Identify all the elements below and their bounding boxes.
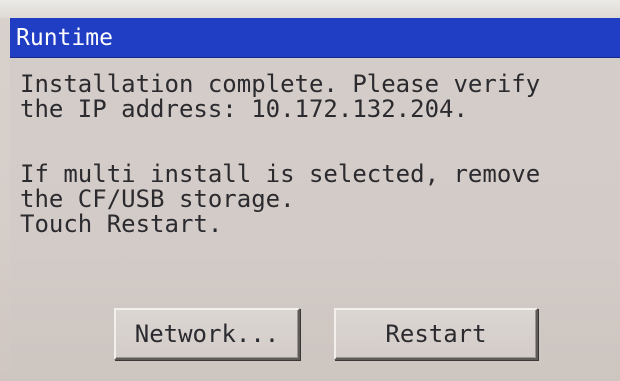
title-bar: Runtime	[10, 18, 620, 58]
message-line: If multi install is selected, remove	[20, 160, 541, 188]
window-title: Runtime	[16, 25, 113, 51]
message-line: the CF/USB storage.	[20, 185, 295, 213]
network-button[interactable]: Network...	[114, 308, 300, 360]
message-line: the IP address: 10.172.132.204.	[20, 95, 468, 123]
restart-button[interactable]: Restart	[334, 308, 538, 360]
screen-bezel	[0, 0, 620, 18]
message-line: Installation complete. Please verify	[20, 70, 541, 98]
message-line: Touch Restart.	[20, 210, 223, 238]
message-panel: Installation complete. Please verify the…	[10, 58, 620, 381]
installation-message: Installation complete. Please verify the…	[20, 72, 620, 122]
hmi-screen: Runtime Installation complete. Please ve…	[0, 0, 620, 381]
instruction-message: If multi install is selected, remove the…	[20, 162, 620, 237]
